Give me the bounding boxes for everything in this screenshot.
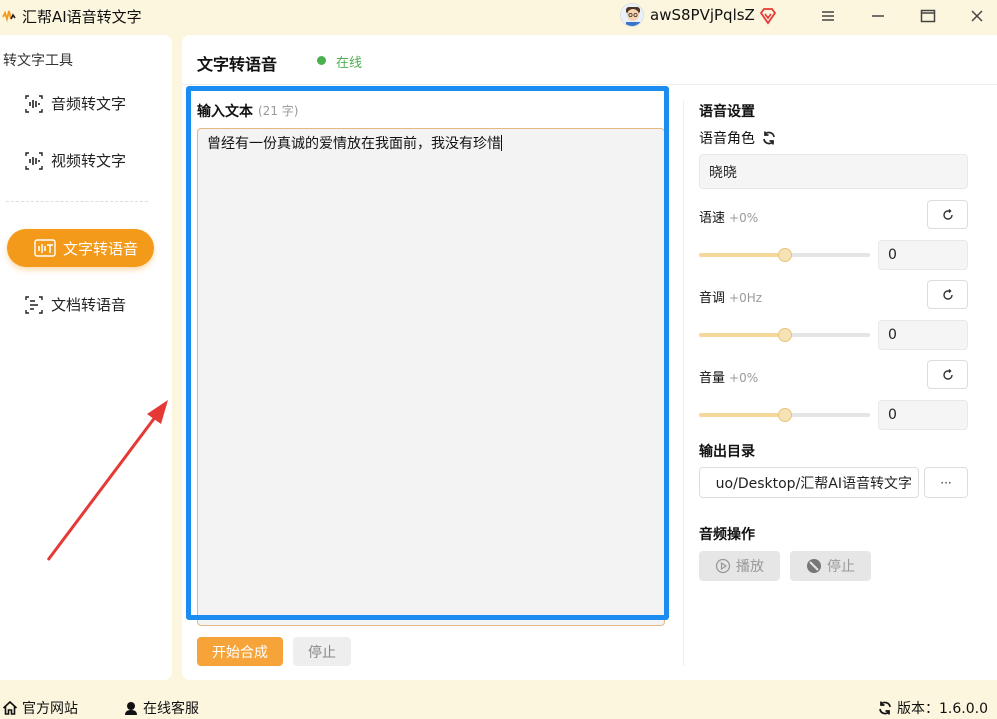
footer-bar: 官方网站 在线客服 版本：1.6.0.0	[0, 690, 997, 719]
audio-stop-label: 停止	[827, 559, 855, 575]
online-status-dot	[317, 56, 326, 65]
menu-icon[interactable]	[816, 5, 840, 27]
sidebar-divider	[6, 201, 148, 202]
input-text-label: 输入文本	[197, 104, 253, 120]
video-wave-icon	[25, 151, 43, 170]
input-text-content: 曾经有一份真诚的爱情放在我面前，我没有珍惜	[207, 136, 501, 152]
slider-fill	[699, 333, 785, 337]
reset-icon	[942, 208, 953, 220]
close-icon[interactable]	[965, 5, 989, 27]
volume-value-input[interactable]: 0	[878, 400, 968, 430]
volume-label-row: 音量 +0%	[699, 367, 758, 386]
speed-reset-button[interactable]	[927, 200, 968, 229]
text-caret	[501, 135, 502, 151]
username[interactable]: awS8PVjPqlsZ	[650, 6, 755, 24]
sidebar-item-video-to-text[interactable]: 视频转文字	[24, 150, 126, 171]
pitch-slider[interactable]	[699, 328, 870, 342]
output-dir-input[interactable]: uo/Desktop/汇帮AI语音转文字	[699, 467, 919, 498]
page-title: 文字转语音	[197, 55, 278, 74]
voice-role-value: 晓晓	[709, 164, 737, 181]
text-input-area[interactable]: 曾经有一份真诚的爱情放在我面前，我没有珍惜	[197, 128, 665, 626]
slider-thumb[interactable]	[777, 248, 792, 262]
main-header: 文字转语音 在线	[182, 35, 997, 85]
headset-icon	[125, 702, 137, 715]
volume-label: 音量	[699, 371, 726, 386]
stop-icon	[807, 559, 821, 573]
output-dir-title: 输出目录	[699, 444, 755, 460]
app-title: 汇帮AI语音转文字	[22, 8, 142, 26]
online-status-text: 在线	[336, 56, 363, 71]
sidebar-section-title: 转文字工具	[3, 53, 73, 69]
sidebar-item-label: 文字转语音	[63, 239, 139, 258]
user-avatar[interactable]	[620, 3, 644, 27]
slider-thumb[interactable]	[777, 328, 792, 342]
audio-ops-title: 音频操作	[699, 527, 755, 543]
volume-value: 0	[888, 407, 897, 423]
speed-label: 语速	[699, 211, 726, 226]
pitch-label: 音调	[699, 291, 726, 306]
text-to-speech-icon	[34, 239, 56, 257]
document-speech-icon	[25, 295, 43, 314]
avatar-icon	[621, 4, 643, 26]
pitch-sub: +0Hz	[729, 291, 763, 305]
speed-label-row: 语速 +0%	[699, 207, 758, 226]
volume-reset-button[interactable]	[927, 360, 968, 389]
online-support-label: 在线客服	[143, 701, 199, 717]
sidebar-item-label: 视频转文字	[51, 152, 127, 170]
play-icon	[715, 558, 731, 574]
pitch-value: 0	[888, 327, 897, 343]
panel-divider	[683, 101, 684, 666]
voice-settings-title: 语音设置	[699, 104, 755, 120]
volume-slider[interactable]	[699, 408, 870, 422]
refresh-icon[interactable]	[761, 130, 777, 146]
slider-thumb[interactable]	[777, 408, 792, 422]
official-website-link[interactable]: 官方网站	[2, 698, 78, 718]
slider-fill	[699, 413, 785, 417]
volume-sub: +0%	[729, 371, 759, 385]
version-label: 版本：1.6.0.0	[897, 701, 988, 717]
slider-fill	[699, 253, 785, 257]
maximize-icon[interactable]	[916, 5, 940, 27]
version-info[interactable]: 版本：1.6.0.0	[877, 698, 988, 718]
title-bar: 汇帮AI语音转文字 awS8PVjPqlsZ	[0, 0, 997, 34]
browse-button[interactable]: ···	[924, 467, 968, 498]
sidebar-item-audio-to-text[interactable]: 音频转文字	[24, 93, 126, 114]
speed-value: 0	[888, 247, 897, 263]
main-panel: 文字转语音 在线 输入文本 (21 字) 曾经有一份真诚的爱情放在我面前，我没有…	[182, 35, 997, 680]
voice-role-label-row: 语音角色	[699, 128, 777, 148]
audio-wave-icon	[25, 94, 43, 113]
online-support-link[interactable]: 在线客服	[123, 698, 199, 718]
home-icon	[2, 700, 18, 715]
start-synthesis-button[interactable]: 开始合成	[197, 637, 283, 666]
update-icon	[879, 701, 891, 715]
char-count: (21 字)	[258, 104, 299, 118]
official-website-label: 官方网站	[22, 701, 78, 717]
sidebar-item-text-to-speech[interactable]: 文字转语音	[7, 229, 154, 267]
speed-sub: +0%	[729, 211, 759, 225]
sidebar: 转文字工具 音频转文字 视频转文字 文字转语音 文档转语音	[0, 35, 172, 680]
voice-role-label: 语音角色	[699, 131, 755, 147]
vip-diamond-icon[interactable]	[758, 6, 778, 26]
app-logo-icon	[2, 10, 16, 23]
reset-icon	[942, 288, 953, 300]
play-label: 播放	[736, 559, 764, 575]
voice-role-select[interactable]: 晓晓	[699, 154, 968, 189]
sidebar-item-document-to-speech[interactable]: 文档转语音	[24, 294, 126, 315]
minimize-icon[interactable]	[866, 5, 890, 27]
speed-value-input[interactable]: 0	[878, 240, 968, 270]
stop-synthesis-button[interactable]: 停止	[293, 637, 351, 666]
pitch-value-input[interactable]: 0	[878, 320, 968, 350]
play-button[interactable]: 播放	[699, 551, 780, 581]
sidebar-item-label: 音频转文字	[51, 95, 127, 113]
pitch-reset-button[interactable]	[927, 280, 968, 309]
output-dir-path: uo/Desktop/汇帮AI语音转文字	[715, 475, 912, 492]
speed-slider[interactable]	[699, 248, 870, 262]
sidebar-item-label: 文档转语音	[51, 296, 127, 314]
audio-stop-button[interactable]: 停止	[790, 551, 871, 581]
reset-icon	[942, 368, 953, 380]
pitch-label-row: 音调 +0Hz	[699, 287, 762, 306]
